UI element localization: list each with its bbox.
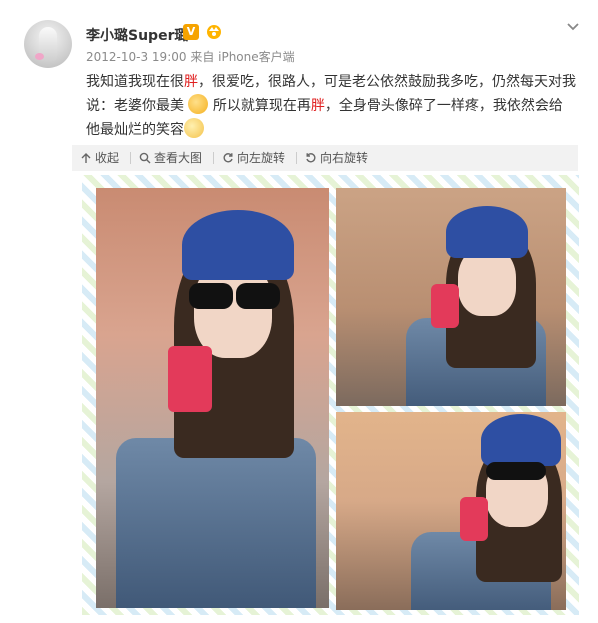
rotate-left-button[interactable]: 向左旋转 (222, 145, 285, 171)
blush-emoji-icon (188, 94, 209, 114)
user-name[interactable]: 李小璐Super璐 (86, 25, 188, 45)
post-meta: 2012-10-3 19:00 来自 iPhone客户端 (86, 50, 295, 64)
magnifier-icon (139, 152, 151, 164)
photo-beanie (481, 414, 561, 466)
divider (130, 152, 131, 164)
rotate-left-label: 向左旋转 (237, 151, 286, 165)
verified-badge-icon: V (183, 24, 199, 40)
divider (213, 152, 214, 164)
photo-pink-phone (431, 284, 459, 328)
photo-pink-phone (460, 497, 488, 541)
highlight-word: 胖 (310, 98, 325, 114)
arrow-up-icon (81, 153, 91, 163)
view-large-label: 查看大图 (154, 151, 203, 165)
view-large-button[interactable]: 查看大图 (139, 145, 202, 171)
chevron-down-icon[interactable] (565, 18, 581, 34)
photo-main-selfie[interactable] (96, 188, 329, 608)
post-text: 我知道我现在很胖，很爱吃，很路人，可是老公依然鼓励我多吃，仍然每天对我说：老婆你… (86, 70, 576, 142)
photo-pink-phone (168, 346, 212, 412)
rotate-left-icon (223, 153, 233, 163)
rotate-right-label: 向右旋转 (320, 151, 369, 165)
collapse-label: 收起 (95, 151, 120, 165)
photo-sunglasses (236, 283, 280, 309)
photo-sunglasses (189, 283, 233, 309)
photo-bottom-right[interactable] (336, 412, 566, 610)
divider (296, 152, 297, 164)
rotate-right-button[interactable]: 向右旋转 (305, 145, 368, 171)
photo-sunglasses (486, 462, 546, 480)
photo-top-right[interactable] (336, 188, 566, 406)
photo-jacket (116, 438, 316, 608)
rotate-right-icon (306, 153, 316, 163)
highlight-word: 胖 (184, 74, 198, 90)
post-text-segment: 我知道我现在很 (86, 74, 184, 90)
image-toolbar: 收起 查看大图 向左旋转 向右旋转 (72, 145, 578, 171)
avatar-pink-accent (35, 53, 44, 60)
weibo-post-card: 李小璐Super璐 V 2012-10-3 19:00 来自 iPhone客户端… (0, 0, 598, 623)
photo-beanie (182, 210, 294, 280)
post-text-segment: 所以就算现在再 (212, 98, 311, 114)
crown-icon (207, 25, 221, 39)
collapse-button[interactable]: 收起 (80, 145, 119, 171)
photo-beanie (446, 206, 528, 258)
avatar[interactable] (24, 20, 72, 68)
pleading-emoji-icon (184, 118, 204, 138)
